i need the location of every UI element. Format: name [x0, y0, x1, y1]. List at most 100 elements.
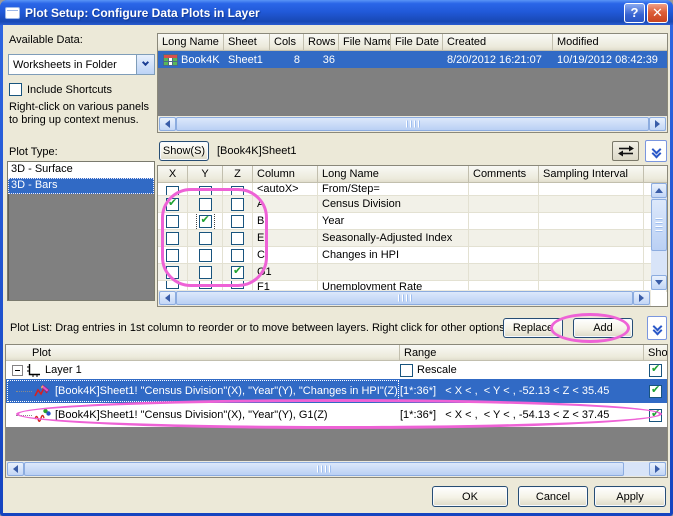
scroll-down-button[interactable] — [651, 275, 667, 290]
col-header-column[interactable]: Column — [253, 166, 318, 183]
col-header-sheet[interactable]: Sheet — [224, 34, 270, 51]
y-checkbox[interactable] — [199, 198, 212, 211]
include-shortcuts-checkbox[interactable] — [9, 83, 22, 96]
col-header-long-name[interactable]: Long Name — [318, 166, 469, 183]
add-button[interactable]: Add — [573, 318, 633, 338]
table-row-autox[interactable]: <autoX> From/Step= — [158, 183, 667, 196]
col-header-plot[interactable]: Plot — [6, 345, 400, 361]
swap-panels-button[interactable] — [612, 141, 639, 161]
y-checkbox[interactable] — [199, 281, 212, 289]
replace-button[interactable]: Replace — [503, 318, 563, 338]
x-checkbox[interactable] — [166, 198, 179, 211]
include-shortcuts-option[interactable]: Include Shortcuts — [9, 83, 112, 96]
scroll-left-icon — [165, 120, 170, 128]
plot-row-changes-in-hpi[interactable]: [Book4K]Sheet1! "Census Division"(X), "Y… — [6, 379, 667, 403]
show-button[interactable]: Show(S) — [159, 141, 209, 161]
y-checkbox[interactable] — [199, 186, 212, 196]
z-checkbox[interactable] — [231, 232, 244, 245]
col-header-created[interactable]: Created — [443, 34, 553, 51]
scrollbar-thumb[interactable] — [24, 462, 624, 476]
scroll-right-icon — [655, 120, 660, 128]
col-header-x[interactable]: X — [158, 166, 188, 183]
x-checkbox[interactable] — [166, 215, 179, 228]
plot-setup-dialog: Plot Setup: Configure Data Plots in Laye… — [0, 0, 673, 516]
x-checkbox[interactable] — [166, 186, 179, 196]
apply-button[interactable]: Apply — [594, 486, 666, 507]
table-row-g1[interactable]: G1 — [158, 264, 667, 281]
col-header-z[interactable]: Z — [223, 166, 253, 183]
cancel-button[interactable]: Cancel — [518, 486, 588, 507]
scroll-right-button[interactable] — [649, 117, 666, 131]
show-checkbox[interactable] — [649, 364, 662, 377]
available-data-table: Long Name Sheet Cols Rows File Name File… — [157, 33, 668, 133]
z-checkbox[interactable] — [231, 281, 244, 289]
table-row-e[interactable]: E Seasonally-Adjusted Index — [158, 230, 667, 247]
scrollbar-thumb[interactable] — [651, 199, 667, 251]
y-checkbox[interactable] — [199, 215, 212, 228]
columns-horizontal-scrollbar[interactable] — [158, 290, 651, 306]
column-name: C — [253, 247, 318, 263]
book-file-date — [391, 59, 443, 61]
col-header-file-date[interactable]: File Date — [391, 34, 443, 51]
columns-vertical-scrollbar[interactable] — [651, 183, 667, 290]
table-row-c[interactable]: C Changes in HPI — [158, 247, 667, 264]
x-checkbox[interactable] — [166, 266, 179, 279]
title-bar[interactable]: Plot Setup: Configure Data Plots in Laye… — [0, 0, 673, 25]
scroll-right-button[interactable] — [649, 462, 666, 476]
col-header-show[interactable]: Show — [644, 345, 667, 361]
plot-type-item-3d-bars[interactable]: 3D - Bars — [8, 178, 154, 194]
col-header-file-name[interactable]: File Name — [339, 34, 391, 51]
book-rows: 36 — [304, 53, 339, 67]
y-checkbox[interactable] — [199, 249, 212, 262]
close-button[interactable]: ✕ — [647, 3, 668, 23]
x-checkbox[interactable] — [166, 249, 179, 262]
columns-table: X Y Z Column Long Name Comments Sampling… — [157, 165, 668, 307]
collapse-tree-icon[interactable] — [12, 365, 23, 376]
plot-row-g1[interactable]: [Book4K]Sheet1! "Census Division"(X), "Y… — [6, 403, 667, 427]
scroll-left-button[interactable] — [159, 117, 176, 131]
scrollbar-thumb[interactable] — [176, 291, 633, 305]
z-checkbox[interactable] — [231, 249, 244, 262]
expand-panel-button[interactable] — [645, 140, 667, 162]
scroll-right-button[interactable] — [633, 291, 650, 305]
col-header-sampling-interval[interactable]: Sampling Interval — [539, 166, 644, 183]
dropdown-button[interactable] — [136, 55, 154, 74]
table-row-a[interactable]: A Census Division — [158, 196, 667, 213]
book-file-name — [339, 59, 391, 61]
col-header-modified[interactable]: Modified — [553, 34, 667, 51]
scroll-left-button[interactable] — [159, 291, 176, 305]
y-checkbox[interactable] — [199, 266, 212, 279]
available-data-dropdown[interactable]: Worksheets in Folder — [8, 54, 155, 75]
col-header-y[interactable]: Y — [188, 166, 223, 183]
ok-button[interactable]: OK — [432, 486, 508, 507]
col-header-long-name[interactable]: Long Name — [158, 34, 224, 51]
col-header-comments[interactable]: Comments — [469, 166, 539, 183]
scroll-right-icon — [639, 294, 644, 302]
col-header-range[interactable]: Range — [400, 345, 644, 361]
z-checkbox[interactable] — [231, 186, 244, 196]
z-checkbox[interactable] — [231, 266, 244, 279]
scroll-up-button[interactable] — [651, 183, 667, 198]
plots-horizontal-scrollbar[interactable] — [6, 461, 667, 477]
expand-plot-list-button[interactable] — [647, 316, 667, 340]
books-horizontal-scrollbar[interactable] — [158, 116, 667, 132]
help-button[interactable]: ? — [624, 3, 645, 23]
col-header-cols[interactable]: Cols — [270, 34, 304, 51]
show-checkbox[interactable] — [649, 385, 662, 398]
z-checkbox[interactable] — [231, 215, 244, 228]
scrollbar-thumb[interactable] — [176, 117, 649, 131]
table-row-b[interactable]: B Year — [158, 213, 667, 230]
layer-row[interactable]: Layer 1 Rescale — [6, 361, 667, 379]
plot-type-item-3d-surface[interactable]: 3D - Surface — [8, 162, 154, 178]
x-checkbox[interactable] — [166, 281, 179, 289]
show-checkbox[interactable] — [649, 409, 662, 422]
z-checkbox[interactable] — [231, 198, 244, 211]
column-long-name: Census Division — [318, 196, 469, 212]
plot-range: [1*:36*] < X < , < Y < , -52.13 < Z < 35… — [400, 379, 644, 403]
x-checkbox[interactable] — [166, 232, 179, 245]
y-checkbox[interactable] — [199, 232, 212, 245]
rescale-checkbox[interactable] — [400, 364, 413, 377]
table-row[interactable]: Book4K Sheet1 8 36 8/20/2012 16:21:07 10… — [158, 51, 667, 68]
col-header-rows[interactable]: Rows — [304, 34, 339, 51]
scroll-left-button[interactable] — [7, 462, 24, 476]
